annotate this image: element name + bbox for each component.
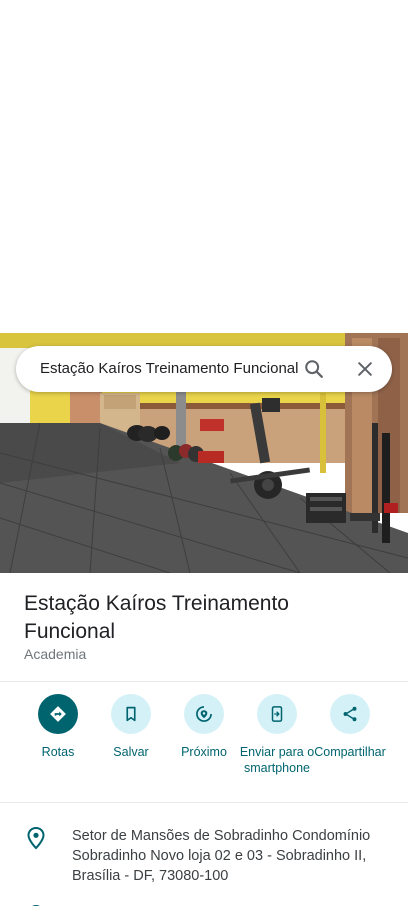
divider: [0, 681, 408, 682]
action-buttons: Rotas Salvar Próximo Enviar para o smart…: [0, 694, 408, 794]
search-input[interactable]: Estação Kaíros Treinamento Funcional: [40, 346, 302, 392]
location-pin-icon: [26, 826, 46, 850]
address-text: Setor de Mansões de Sobradinho Condomíni…: [72, 828, 371, 884]
send-to-phone-icon: [257, 694, 297, 734]
divider: [0, 802, 408, 803]
share-icon: [330, 694, 370, 734]
send-to-phone-label: Enviar para o smartphone: [239, 745, 315, 775]
map-area[interactable]: [0, 0, 408, 333]
next-row-icon: [26, 900, 46, 906]
save-label: Salvar: [113, 745, 149, 759]
share-button[interactable]: Compartilhar: [312, 694, 388, 760]
nearby-button[interactable]: Próximo: [166, 694, 242, 760]
nearby-label: Próximo: [181, 745, 227, 759]
search-bar[interactable]: Estação Kaíros Treinamento Funcional: [16, 346, 392, 392]
share-label: Compartilhar: [314, 745, 386, 759]
directions-icon: [38, 694, 78, 734]
save-button[interactable]: Salvar: [93, 694, 169, 760]
search-icon[interactable]: [300, 355, 328, 383]
place-details-page: Estação Kaíros Treinamento Funcional Est…: [0, 0, 408, 906]
send-to-phone-button[interactable]: Enviar para o smartphone: [239, 694, 315, 776]
place-category[interactable]: Academia: [24, 646, 86, 662]
address-row[interactable]: Setor de Mansões de Sobradinho Condomíni…: [0, 822, 408, 892]
directions-label: Rotas: [41, 745, 75, 759]
directions-button[interactable]: Rotas: [20, 694, 96, 760]
bookmark-icon: [111, 694, 151, 734]
nearby-icon: [184, 694, 224, 734]
close-icon[interactable]: [351, 355, 379, 383]
place-title: Estação Kaíros Treinamento Funcional: [24, 592, 289, 643]
